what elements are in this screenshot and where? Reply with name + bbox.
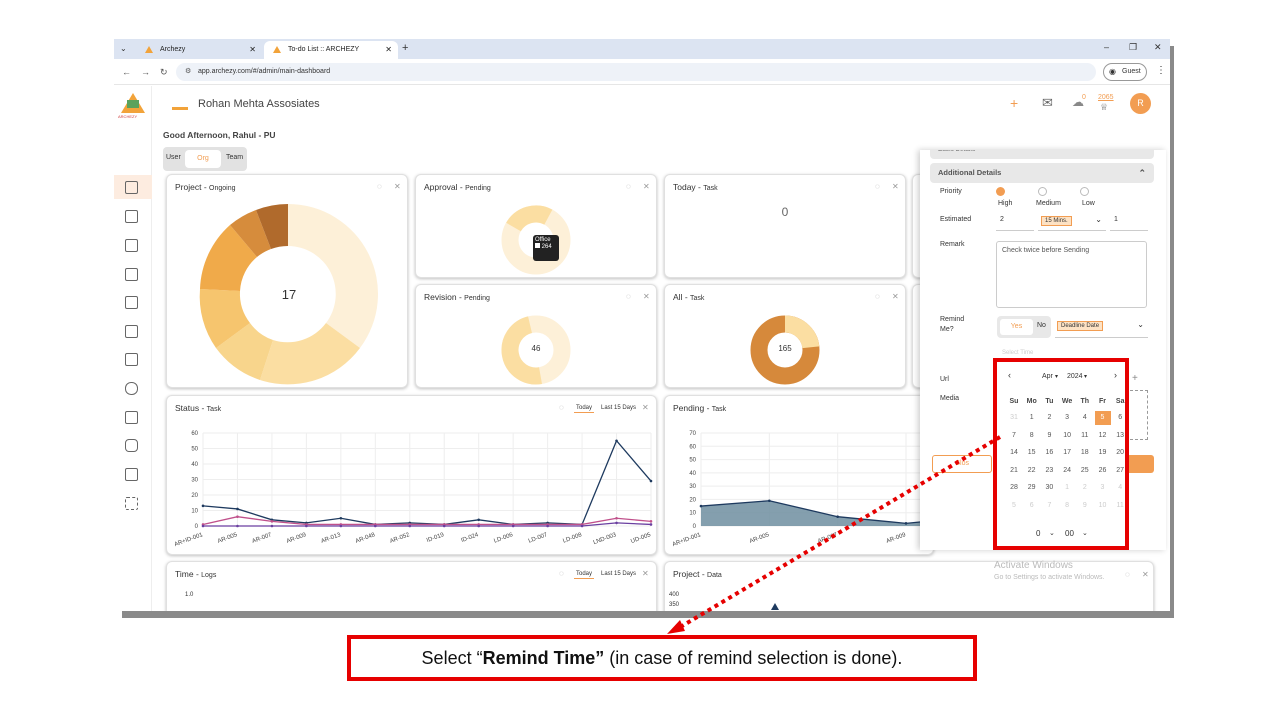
caption-bold: Remind Time”: [482, 648, 605, 668]
instruction-caption: Select “Remind Time” (in case of remind …: [347, 635, 977, 681]
caption-post: (in case of remind selection is done).: [604, 648, 903, 668]
callout-arrow: [667, 435, 1002, 634]
caption-pre: Select “: [421, 648, 483, 668]
